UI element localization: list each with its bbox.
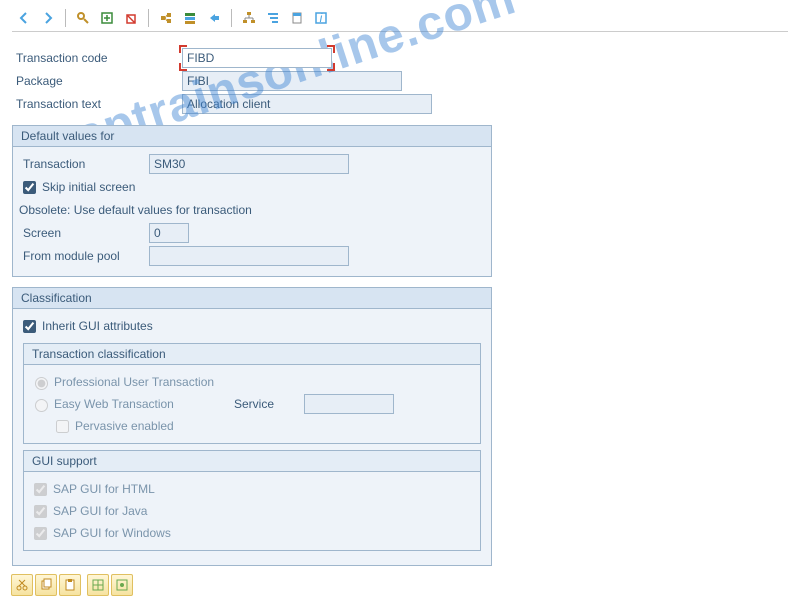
application-toolbar: i [12,4,788,32]
info-icon[interactable]: i [310,7,332,29]
transaction-text-field: Allocation client [182,94,432,114]
hierarchy-icon[interactable] [238,7,260,29]
screen-field: 0 [149,223,189,243]
layout-icon[interactable] [87,574,109,596]
transaction-label: Transaction [19,157,149,171]
bottom-toolbar [10,574,134,596]
gui-html-checkbox [34,483,47,496]
service-label: Service [234,397,304,411]
default-values-title: Default values for [13,126,491,147]
inherit-gui-label: Inherit GUI attributes [42,319,153,333]
package-row: Package FIBI [12,70,788,92]
inherit-gui-checkbox[interactable] [23,320,36,333]
obsolete-note: Obsolete: Use default values for transac… [19,199,485,221]
outline-icon[interactable] [262,7,284,29]
transaction-code-label: Transaction code [12,51,182,65]
gui-java-label: SAP GUI for Java [53,504,147,518]
navigate-icon[interactable] [203,7,225,29]
classification-group: Classification Inherit GUI attributes Tr… [12,287,492,566]
transaction-field: SM30 [149,154,349,174]
package-label: Package [12,74,182,88]
transaction-text-label: Transaction text [12,97,182,111]
gui-java-checkbox [34,505,47,518]
pervasive-label: Pervasive enabled [75,419,174,433]
default-values-group: Default values for Transaction SM30 Skip… [12,125,492,277]
separator [231,9,232,27]
back-icon[interactable] [13,7,35,29]
pervasive-checkbox [56,420,69,433]
cut-icon[interactable] [11,574,33,596]
separator [148,9,149,27]
gui-html-label: SAP GUI for HTML [53,482,155,496]
gui-windows-label: SAP GUI for Windows [53,526,171,540]
package-field: FIBI [182,71,402,91]
transaction-classification-group: Transaction classification Professional … [23,343,481,444]
skip-initial-label: Skip initial screen [42,180,135,194]
separator [65,9,66,27]
copy-icon[interactable] [35,574,57,596]
easy-web-radio [35,399,48,412]
documentation-icon[interactable] [286,7,308,29]
from-module-pool-field [149,246,349,266]
delete-icon[interactable] [120,7,142,29]
skip-initial-checkbox[interactable] [23,181,36,194]
service-field [304,394,394,414]
professional-radio [35,377,48,390]
forward-icon[interactable] [37,7,59,29]
transaction-code-input[interactable] [182,48,332,68]
gui-windows-checkbox [34,527,47,540]
create-icon[interactable] [96,7,118,29]
transaction-text-row: Transaction text Allocation client [12,93,788,115]
gui-support-title: GUI support [24,451,480,472]
settings-icon[interactable] [111,574,133,596]
svg-text:i: i [320,11,323,25]
professional-label: Professional User Transaction [54,375,214,389]
from-module-pool-label: From module pool [19,249,149,263]
classification-title: Classification [13,288,491,309]
easy-web-label: Easy Web Transaction [54,397,234,411]
display-change-icon[interactable] [72,7,94,29]
transaction-classification-title: Transaction classification [24,344,480,365]
transaction-code-row: Transaction code [12,47,788,69]
gui-support-group: GUI support SAP GUI for HTML SAP GUI for… [23,450,481,551]
paste-icon[interactable] [59,574,81,596]
object-list-icon[interactable] [179,7,201,29]
screen-label: Screen [19,226,149,240]
where-used-icon[interactable] [155,7,177,29]
